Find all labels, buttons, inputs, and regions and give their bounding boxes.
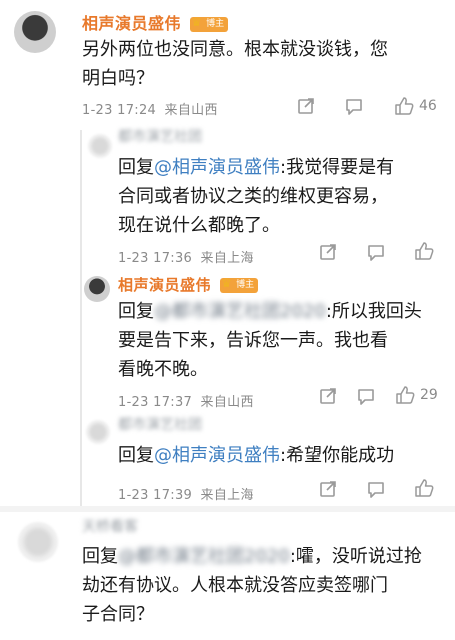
comment-button[interactable] (366, 242, 387, 263)
avatar[interactable] (84, 276, 110, 302)
like-button[interactable] (413, 477, 435, 499)
reply-text-line: 回复@相声演员盛伟:希望你能成功 (118, 441, 448, 470)
avatar[interactable] (14, 11, 56, 53)
comment-icon (358, 389, 374, 405)
comment-text-line: 明白吗？ (82, 68, 154, 89)
crown-icon: ♛ (191, 15, 202, 29)
mention-link[interactable]: @都市演艺社团2020 (118, 546, 290, 567)
comment-text: 回复@都市演艺社团2020:嚯，没听说过抢 劫还有协议。人根本就没答应卖签哪门 … (82, 542, 452, 629)
comment-text: 另外两位也没同意。根本就没谈钱，您 明白吗？ (82, 35, 447, 93)
reply-meta: 1-23 17:39 来自上海 (118, 484, 254, 503)
comment-author-row: 相声演员盛伟 ♛ 博主 (82, 10, 229, 34)
reply-text-line: 回复@都市演艺社团2020:所以我回头 (118, 297, 448, 326)
reply-text: 回复@都市演艺社团2020:所以我回头 要是告下来，告诉您一声。我也看 看晚不晚… (118, 297, 448, 384)
reply-text-line: 要是告下来，告诉您一声。我也看 (118, 330, 388, 351)
blogger-badge: ♛ 博主 (220, 276, 259, 293)
location: 来自上海 (200, 251, 254, 266)
author-name[interactable]: 相声演员盛伟 (118, 276, 211, 294)
reply-text-line: 回复@相声演员盛伟:我觉得要是有 (118, 153, 448, 182)
mention-link[interactable]: @相声演员盛伟 (154, 157, 280, 178)
comment-meta: 1-23 17:24 来自山西 (82, 99, 218, 118)
crown-icon: ♛ (221, 276, 232, 290)
comment-button[interactable] (356, 386, 377, 407)
reply-text-line: 合同或者协议之类的维权更容易， (118, 186, 388, 207)
reply-prefix: 回复 (118, 157, 154, 178)
author-name[interactable]: 天桥看客 (82, 516, 138, 536)
badge-label: 博主 (236, 280, 255, 290)
reply-text-part: :我觉得要是有 (280, 157, 395, 178)
share-button[interactable] (318, 479, 338, 499)
reply-author-row: 相声演员盛伟 ♛ 博主 (118, 274, 259, 295)
comment-icon (346, 99, 362, 115)
thread-line (80, 130, 82, 510)
reply-text: 回复@相声演员盛伟:希望你能成功 (118, 441, 448, 470)
comment-icon (368, 245, 384, 261)
blogger-badge: ♛ 博主 (190, 15, 229, 32)
comment-text-part: :嚯，没听说过抢 (289, 546, 422, 567)
timestamp: 1-23 17:39 (118, 488, 193, 503)
share-icon (320, 244, 336, 260)
like-count: 29 (420, 387, 438, 403)
reply-text-part: :希望你能成功 (280, 445, 395, 466)
timestamp: 1-23 17:36 (118, 251, 193, 266)
like-icon (396, 386, 415, 404)
mention-link[interactable]: @相声演员盛伟 (154, 445, 280, 466)
like-icon (415, 479, 434, 497)
reply-text-line: 看晚不晚。 (118, 359, 208, 380)
author-name[interactable]: 相声演员盛伟 (82, 14, 181, 33)
location: 来自山西 (164, 103, 218, 118)
like-button[interactable]: 46 (393, 95, 437, 117)
comment-button[interactable] (344, 96, 365, 117)
comment-text-line: 回复@都市演艺社团2020:嚯，没听说过抢 (82, 542, 452, 571)
share-button[interactable] (296, 96, 316, 116)
comment-icon (368, 482, 384, 498)
reply-prefix: 回复 (118, 445, 154, 466)
reply-meta: 1-23 17:36 来自上海 (118, 247, 254, 266)
reply-text-part: :所以我回头 (325, 301, 422, 322)
reply-prefix: 回复 (82, 546, 118, 567)
avatar[interactable] (88, 134, 112, 158)
share-icon (320, 481, 336, 497)
badge-label: 博主 (206, 19, 225, 29)
location: 来自山西 (200, 395, 254, 410)
share-icon (320, 388, 336, 404)
like-button[interactable]: 29 (394, 384, 438, 406)
reply-text: 回复@相声演员盛伟:我觉得要是有 合同或者协议之类的维权更容易， 现在说什么都晚… (118, 153, 448, 240)
mention-link[interactable]: @都市演艺社团2020 (154, 301, 326, 322)
timestamp: 1-23 17:24 (82, 103, 157, 118)
reply-prefix: 回复 (118, 301, 154, 322)
section-divider (0, 506, 455, 512)
timestamp: 1-23 17:37 (118, 395, 193, 410)
reply-meta: 1-23 17:37 来自山西 (118, 391, 254, 410)
author-name[interactable]: 都市演艺社团 (118, 126, 202, 146)
like-icon (395, 97, 414, 115)
comment-button[interactable] (366, 479, 387, 500)
comment-text-line: 劫还有协议。人根本就没答应卖签哪门 (82, 575, 388, 596)
avatar[interactable] (18, 522, 58, 562)
location: 来自上海 (200, 488, 254, 503)
comment-text-line: 子合同？ (82, 604, 154, 625)
share-button[interactable] (318, 386, 338, 406)
like-count: 46 (419, 98, 437, 114)
share-icon (298, 98, 314, 114)
avatar[interactable] (86, 420, 110, 444)
like-icon (415, 242, 434, 260)
like-button[interactable] (413, 240, 435, 262)
share-button[interactable] (318, 242, 338, 262)
reply-text-line: 现在说什么都晚了。 (118, 215, 280, 236)
author-name[interactable]: 都市演艺社团 (118, 414, 202, 434)
comment-text-line: 另外两位也没同意。根本就没谈钱，您 (82, 39, 388, 60)
